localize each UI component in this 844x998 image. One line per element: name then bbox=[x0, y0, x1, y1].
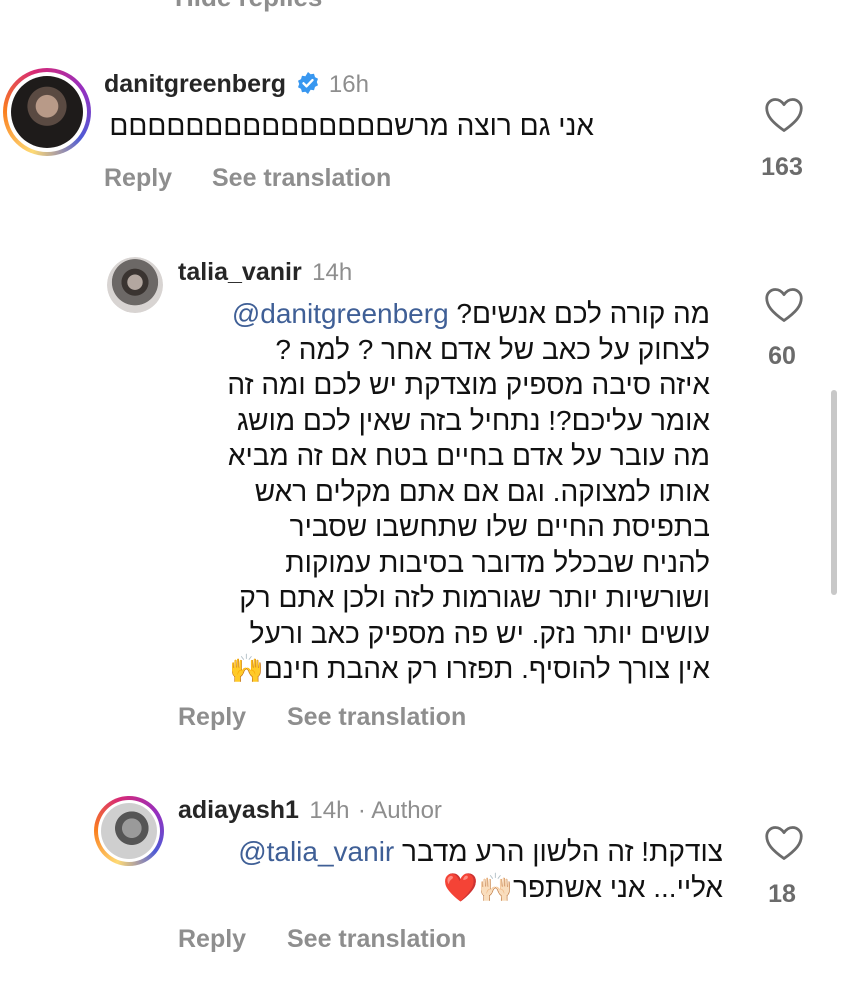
comment-text-line: צודקת! זה הלשון הרע מדבר @talia_vanir bbox=[178, 834, 723, 870]
username[interactable]: danitgreenberg bbox=[104, 70, 286, 98]
comment-text-line: אומר עליכם?! נתחיל בזה שאין לכם מושג bbox=[236, 404, 710, 436]
username[interactable]: adiayash1 bbox=[178, 796, 299, 824]
comment-text-line: עושים יותר נזק. יש פה מספיק כאב ורעל bbox=[249, 617, 710, 649]
comment-text-line: אליי... אני אשתפר🙌🏻❤️ bbox=[443, 871, 723, 903]
mention-link[interactable]: @talia_vanir bbox=[238, 836, 394, 867]
like-count: 18 bbox=[768, 880, 796, 908]
comment-text-line: בתפיסת החיים שלו שתחשבו שסביר bbox=[289, 511, 710, 542]
comment-text: אני גם רוצה מרשםםםםםםםםםםםםםםם bbox=[104, 108, 594, 144]
reply-button[interactable]: Reply bbox=[178, 925, 246, 954]
comment-time: 14h bbox=[309, 797, 350, 824]
avatar[interactable] bbox=[107, 257, 163, 313]
see-translation-button[interactable]: See translation bbox=[212, 164, 391, 193]
avatar[interactable] bbox=[3, 68, 91, 156]
comment-text-line: אני גם רוצה מרשםםםםםםםםםםםםםםם bbox=[109, 110, 594, 141]
comment-text-line: אין צורך להוסיף. תפזרו רק אהבת חינם🙌 bbox=[228, 653, 710, 684]
like-count: 163 bbox=[761, 153, 803, 181]
comment-text-line: להניח שבכלל מדובר בסיבות עמוקות bbox=[285, 546, 710, 578]
reply-button[interactable]: Reply bbox=[178, 703, 246, 732]
author-badge: · Author bbox=[357, 797, 442, 824]
username[interactable]: talia_vanir bbox=[178, 258, 302, 286]
hide-replies-link[interactable]: Hide replies bbox=[175, 0, 322, 13]
avatar[interactable] bbox=[94, 796, 164, 866]
comment-text-line: אותו למצוקה. וגם אם אתם מקלים ראש bbox=[254, 475, 710, 507]
text-segment: צודקת! זה הלשון הרע מדבר bbox=[402, 836, 723, 867]
comment-text-line: לצחוק על כאב של אדם אחר ? למה ? bbox=[275, 333, 710, 365]
heart-outline-icon bbox=[765, 98, 803, 132]
comment-text-line: ושורשיות יותר שגורמות לזה ולכן אתם רק bbox=[239, 582, 710, 613]
avatar-image bbox=[107, 257, 163, 313]
comment-text: צודקת! זה הלשון הרע מדבר @talia_vanir אל… bbox=[178, 834, 723, 905]
see-translation-button[interactable]: See translation bbox=[287, 925, 466, 954]
comment-text: מה קורה לכם אנשים? @danitgreenberg לצחוק… bbox=[178, 296, 710, 687]
see-translation-button[interactable]: See translation bbox=[287, 703, 466, 732]
like-button[interactable] bbox=[763, 96, 805, 139]
comment-time: 14h bbox=[312, 259, 353, 286]
text-segment: מה קורה לכם אנשים? bbox=[456, 298, 710, 329]
comment-text-line: איזה סיבה מספיק מוצדקת יש לכם ומה זה bbox=[227, 369, 710, 400]
like-button[interactable] bbox=[763, 824, 805, 867]
comment-text-line: מה עובר על אדם בחיים בטח אם זה מביא bbox=[227, 440, 710, 471]
like-count: 60 bbox=[768, 342, 796, 370]
avatar-image bbox=[11, 76, 83, 148]
comment-text-line: מה קורה לכם אנשים? @danitgreenberg bbox=[178, 296, 710, 332]
avatar-image bbox=[101, 803, 157, 859]
verified-badge-icon bbox=[296, 71, 320, 95]
heart-outline-icon bbox=[765, 826, 803, 860]
heart-outline-icon bbox=[765, 288, 803, 322]
reply-button[interactable]: Reply bbox=[104, 164, 172, 193]
comment-time: 16h bbox=[328, 71, 369, 98]
mention-link[interactable]: @danitgreenberg bbox=[232, 298, 449, 329]
like-button[interactable] bbox=[763, 286, 805, 329]
scrollbar[interactable] bbox=[831, 390, 837, 595]
